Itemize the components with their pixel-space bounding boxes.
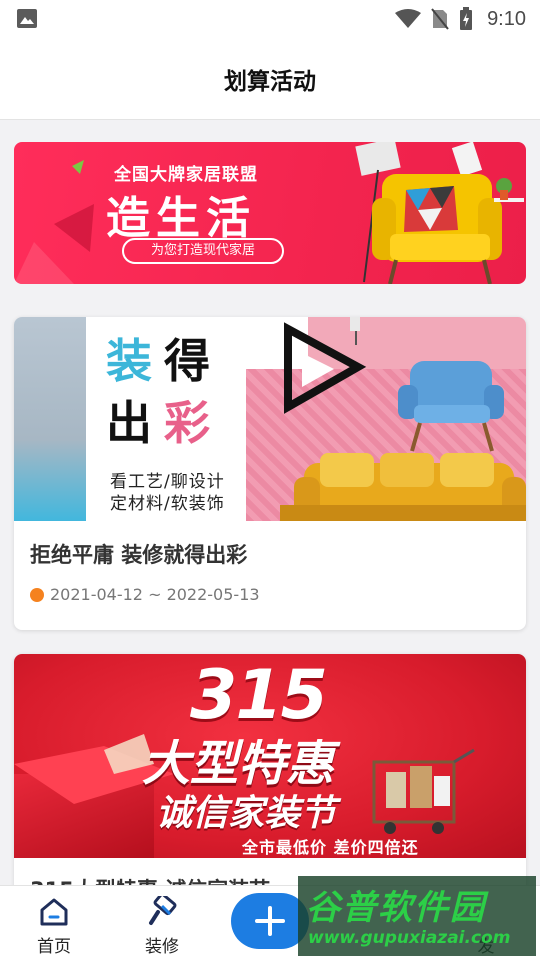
nav-item-home[interactable]: 首页 xyxy=(14,886,94,960)
activity-date-row: 2021-04-12 ~ 2022-05-13 xyxy=(30,585,260,604)
page-title: 划算活动 xyxy=(224,69,316,95)
activity-date: 2021-04-12 ~ 2022-05-13 xyxy=(50,585,260,604)
banner-char: 出 xyxy=(106,396,152,450)
watermark-title: 谷普软件园 xyxy=(306,888,486,928)
status-bar: 9:10 xyxy=(0,0,540,38)
app-header: 划算活动 xyxy=(0,38,540,120)
banner-char: 装 xyxy=(106,334,152,388)
watermark: 谷普软件园 www.gupuxiazai.com xyxy=(298,876,536,956)
activity-banner-image: 装 得 出 彩 看工艺/聊设计 定材料/软装饰 xyxy=(14,317,526,521)
no-sim-icon xyxy=(431,8,449,30)
image-notification-icon xyxy=(17,9,37,28)
watermark-url: www.gupuxiazai.com xyxy=(308,928,511,948)
status-time: 9:10 xyxy=(487,7,526,30)
activity-card[interactable]: 装 得 出 彩 看工艺/聊设计 定材料/软装饰 拒绝平庸 装修就得出彩 2021… xyxy=(14,317,526,630)
promo-subheadline: 诚信家装节 xyxy=(156,793,337,834)
activity-title: 拒绝平庸 装修就得出彩 xyxy=(30,543,248,567)
activity-banner-image: 315 大型特惠 诚信家装节 全市最低价 差价四倍还 xyxy=(14,654,526,858)
plus-icon xyxy=(255,906,285,936)
promo-tagline: 全市最低价 差价四倍还 xyxy=(242,838,419,857)
top-banner[interactable]: 全国大牌家居联盟 造生活 为您打造现代家居 xyxy=(14,142,526,284)
date-dot-icon xyxy=(30,587,44,602)
battery-charging-icon xyxy=(460,7,473,30)
nav-label-decor: 装修 xyxy=(145,937,179,957)
paint-roller-icon xyxy=(149,896,177,925)
sofa-image xyxy=(280,317,526,521)
banner-headline: 造生活 xyxy=(106,193,256,244)
wifi-icon xyxy=(395,9,422,28)
banner-subtext: 定材料/软装饰 xyxy=(110,494,225,514)
nav-label-home: 首页 xyxy=(37,937,71,957)
armchair-image xyxy=(355,142,524,284)
banner-char: 得 xyxy=(164,334,210,388)
nav-item-decor[interactable]: 装修 xyxy=(122,886,202,960)
banner-char: 彩 xyxy=(164,396,210,450)
home-icon xyxy=(40,898,68,926)
banner-pill: 为您打造现代家居 xyxy=(122,238,284,264)
